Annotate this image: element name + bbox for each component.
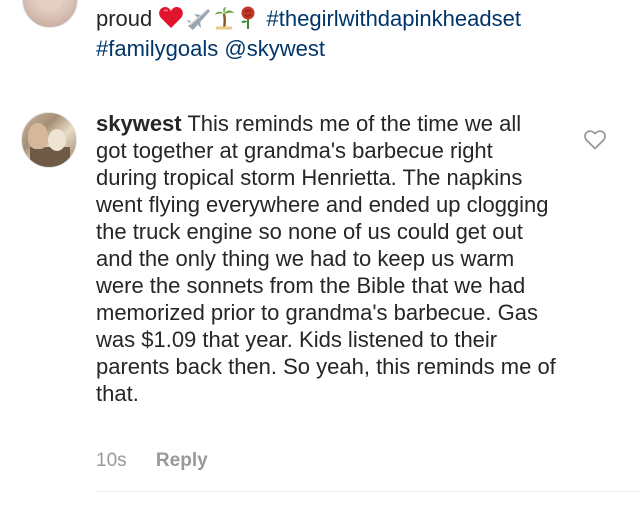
hashtag-link[interactable]: #thegirlwithdapinkheadset [267, 6, 521, 31]
mention-link[interactable]: @skywest [224, 36, 325, 61]
comment-username[interactable]: skywest [96, 111, 182, 136]
caption-line-1: proud #thegirlwithdapinkheadset [96, 4, 521, 38]
like-button[interactable] [583, 128, 607, 152]
comment-text: This reminds me of the time we all got t… [96, 111, 556, 406]
heart-outline-icon [584, 130, 606, 150]
comment-timestamp: 10s [96, 450, 127, 471]
comment-body: skywest This reminds me of the time we a… [96, 110, 556, 407]
reply-button[interactable]: Reply [156, 450, 208, 471]
divider [96, 491, 640, 492]
comments-page: proud #thegirlwithdapinkheadset #familyg… [0, 0, 640, 522]
poster-avatar[interactable] [22, 0, 78, 28]
post-caption: proud #thegirlwithdapinkheadset #familyg… [0, 0, 640, 70]
hashtag-link[interactable]: #familygoals [96, 36, 218, 61]
comment-meta: 10s Reply [96, 449, 208, 473]
commenter-avatar[interactable] [21, 112, 77, 168]
caption-text: proud [96, 6, 153, 31]
caption-line-2: #familygoals @skywest [96, 34, 325, 64]
